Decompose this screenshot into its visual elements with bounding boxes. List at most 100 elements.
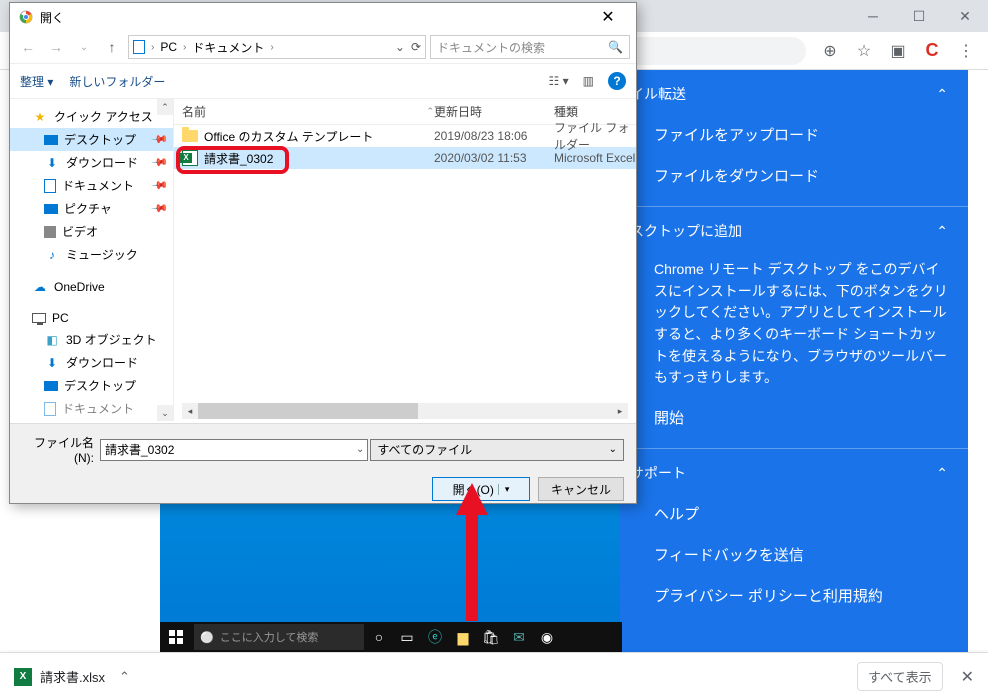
col-type[interactable]: 種類: [554, 103, 636, 120]
start-item[interactable]: 開始: [620, 397, 968, 438]
view-options-button[interactable]: ☷ ▾: [549, 74, 569, 88]
tree-downloads-2[interactable]: ⬇ダウンロード: [10, 351, 173, 374]
scroll-left-icon[interactable]: ◂: [182, 403, 198, 419]
cloud-icon: ☁: [32, 279, 48, 295]
close-download-bar[interactable]: ✕: [961, 667, 974, 687]
downloads-icon: ⬇: [44, 155, 60, 171]
filter-label: すべてのファイル: [377, 441, 472, 458]
tree-documents-2[interactable]: ドキュメント: [10, 397, 173, 420]
dialog-nav: ← → ⌄ ↑ › PC › ドキュメント › ⌄ ⟳ ドキュメントの検索 🔍: [10, 31, 636, 63]
store-icon[interactable]: 🛍: [478, 623, 504, 651]
nav-forward-button[interactable]: →: [44, 35, 68, 59]
upload-file-item[interactable]: ファイルをアップロード: [620, 114, 968, 155]
chevron-down-icon: ⌄: [609, 444, 617, 455]
new-folder-button[interactable]: 新しいフォルダー: [69, 73, 165, 90]
filename-input[interactable]: [100, 439, 368, 461]
maximize-button[interactable]: ☐: [896, 0, 942, 32]
file-type-filter[interactable]: すべてのファイル ⌄: [370, 439, 624, 461]
mail-icon[interactable]: ✉: [506, 623, 532, 651]
bookmark-icon[interactable]: ☆: [854, 41, 874, 61]
download-file-item[interactable]: ファイルをダウンロード: [620, 155, 968, 196]
dialog-search[interactable]: ドキュメントの検索 🔍: [430, 35, 630, 59]
open-button[interactable]: 開く(O)▾: [432, 477, 530, 501]
help-item[interactable]: ヘルプ: [620, 493, 968, 534]
file-list: 名前⌃ 更新日時 種類 Office のカスタム テンプレート 2019/08/…: [174, 99, 636, 421]
minimize-button[interactable]: ─: [850, 0, 896, 32]
section-support[interactable]: サポート ⌃: [620, 449, 968, 493]
download-bar: X 請求書.xlsx ⌃ すべて表示 ✕: [0, 652, 988, 700]
chevron-up-icon[interactable]: ⌃: [119, 669, 130, 685]
help-icon[interactable]: ?: [608, 72, 626, 90]
combo-dropdown-icon[interactable]: ⌄: [356, 444, 364, 455]
path-refresh-icon[interactable]: ⟳: [411, 40, 421, 54]
remote-panel: イル転送 ⌃ ファイルをアップロード ファイルをダウンロード スクトップに追加 …: [620, 70, 968, 652]
feedback-item[interactable]: フィードバックを送信: [620, 534, 968, 575]
col-name[interactable]: 名前⌃: [182, 103, 434, 120]
organize-menu[interactable]: 整理 ▾: [20, 73, 53, 90]
path-dropdown-icon[interactable]: ⌄: [395, 40, 405, 54]
star-icon: ★: [32, 109, 48, 125]
tree-music[interactable]: ♪ミュージック: [10, 243, 173, 266]
folder-type-icon: [133, 40, 145, 54]
install-icon[interactable]: ⊕: [820, 41, 840, 61]
start-button[interactable]: [160, 622, 192, 652]
file-row[interactable]: Office のカスタム テンプレート 2019/08/23 18:06 ファイ…: [174, 125, 636, 147]
edge-icon[interactable]: ⓔ: [422, 623, 448, 651]
file-row-selected[interactable]: 請求書_0302 2020/03/02 11:53 Microsoft Exce…: [174, 147, 636, 169]
excel-icon: [182, 150, 198, 166]
scroll-right-icon[interactable]: ▸: [612, 403, 628, 419]
horizontal-scrollbar[interactable]: ◂ ▸: [182, 403, 628, 419]
search-icon: 🔍: [608, 40, 623, 54]
tree-scroll-down[interactable]: ⌄: [157, 405, 173, 421]
open-split-icon[interactable]: ▾: [498, 484, 510, 495]
tree-onedrive[interactable]: ☁OneDrive: [10, 276, 173, 298]
tree-pc[interactable]: PC: [10, 308, 173, 328]
tree-scroll-up[interactable]: ⌃: [157, 99, 173, 115]
breadcrumb-pc[interactable]: PC: [160, 40, 177, 54]
extension-c-icon[interactable]: C: [922, 41, 942, 61]
chrome-taskbar-icon[interactable]: ◉: [534, 623, 560, 651]
cortana-icon[interactable]: ○: [366, 623, 392, 651]
tree-desktop-2[interactable]: デスクトップ: [10, 374, 173, 397]
preview-pane-button[interactable]: ▥: [583, 74, 594, 88]
nav-back-button[interactable]: ←: [16, 35, 40, 59]
file-type: Microsoft Excel: [554, 151, 636, 165]
extension-icon[interactable]: ▣: [888, 41, 908, 61]
tree-documents[interactable]: ドキュメント📌: [10, 174, 173, 197]
download-item[interactable]: X 請求書.xlsx ⌃: [14, 667, 130, 686]
file-open-dialog: 開く ✕ ← → ⌄ ↑ › PC › ドキュメント › ⌄ ⟳ ドキュメントの…: [9, 2, 637, 504]
taskbar-search[interactable]: ⚪ ここに入力して検索: [194, 624, 364, 650]
dialog-close-button[interactable]: ✕: [588, 4, 628, 30]
chevron-up-icon: ⌃: [936, 223, 948, 240]
show-all-button[interactable]: すべて表示: [857, 662, 943, 691]
breadcrumb-documents[interactable]: ドキュメント: [192, 39, 264, 56]
privacy-item[interactable]: プライバシー ポリシーと利用規約: [620, 575, 968, 616]
videos-icon: [44, 226, 56, 238]
search-placeholder: ドキュメントの検索: [437, 39, 545, 56]
chrome-menu-icon[interactable]: ⋮: [956, 41, 976, 61]
col-modified[interactable]: 更新日時: [434, 103, 554, 120]
breadcrumb[interactable]: › PC › ドキュメント › ⌄ ⟳: [128, 35, 426, 59]
pictures-icon: [44, 204, 58, 214]
tree-pictures[interactable]: ピクチャ📌: [10, 197, 173, 220]
nav-up-button[interactable]: ↑: [100, 35, 124, 59]
tree-quick-access[interactable]: ★クイック アクセス: [10, 105, 173, 128]
section-add-desktop[interactable]: スクトップに追加 ⌃: [620, 207, 968, 251]
tree-downloads[interactable]: ⬇ダウンロード📌: [10, 151, 173, 174]
file-name: Office のカスタム テンプレート: [204, 128, 373, 145]
scroll-thumb[interactable]: [198, 403, 418, 419]
explorer-icon[interactable]: ▆: [450, 623, 476, 651]
tree-videos[interactable]: ビデオ: [10, 220, 173, 243]
taskview-icon[interactable]: ▭: [394, 623, 420, 651]
download-filename: 請求書.xlsx: [40, 667, 105, 686]
section-file-transfer[interactable]: イル転送 ⌃: [620, 70, 968, 114]
nav-recent-button[interactable]: ⌄: [72, 35, 96, 59]
sort-icon: ⌃: [426, 106, 434, 117]
downloads-icon: ⬇: [44, 355, 60, 371]
dialog-titlebar: 開く ✕: [10, 3, 636, 31]
tree-desktop[interactable]: デスクトップ📌: [10, 128, 173, 151]
chevron-right-icon: ›: [151, 42, 154, 53]
tree-3d-objects[interactable]: ◧3D オブジェクト: [10, 328, 173, 351]
cancel-button[interactable]: キャンセル: [538, 477, 624, 501]
close-button[interactable]: ✕: [942, 0, 988, 32]
